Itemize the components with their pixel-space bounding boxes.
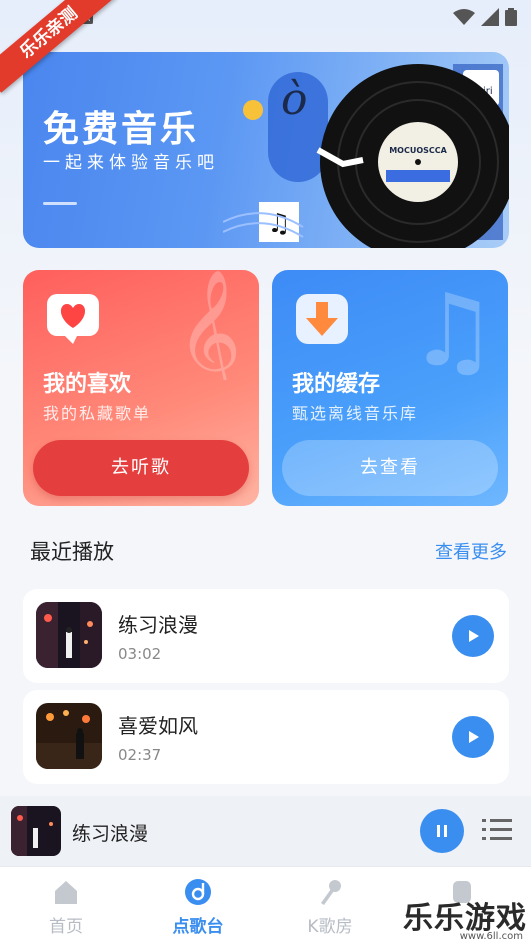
cache-title: 我的缓存	[292, 372, 381, 397]
svg-text:𝄞: 𝄞	[176, 270, 241, 380]
cache-card[interactable]: ♫ 我的缓存 甄选离线音乐库 去查看	[272, 270, 508, 506]
signal-icon	[481, 8, 499, 26]
play-icon	[469, 630, 479, 642]
see-more-link[interactable]: 查看更多	[435, 538, 507, 564]
download-icon	[296, 294, 348, 344]
pause-icon	[437, 825, 447, 837]
song-cover	[36, 703, 102, 769]
listen-button[interactable]: 去听歌	[33, 440, 249, 496]
svg-text:♫: ♫	[408, 272, 498, 380]
promo-banner[interactable]: 免费音乐 一起来体验音乐吧 ò Fikiri MOCUOSCCA ♫	[23, 52, 509, 248]
song-title: 喜爱如风	[118, 714, 198, 738]
cache-subtitle: 甄选离线音乐库	[292, 404, 419, 423]
nav-label: 首页	[49, 917, 83, 937]
song-cover	[36, 602, 102, 668]
song-duration: 02:37	[118, 746, 162, 764]
pause-button[interactable]	[420, 809, 464, 853]
nav-label: K歌房	[307, 917, 353, 937]
banner-title: 免费音乐	[43, 109, 200, 150]
watermark-url: www.6ll.com	[459, 931, 523, 942]
music-note-icon: ♫	[408, 272, 498, 380]
song-duration: 03:02	[118, 645, 162, 663]
banner-divider	[43, 202, 77, 205]
status-icons	[453, 8, 517, 26]
now-playing-title: 练习浪漫	[72, 823, 149, 845]
nav-label: 点歌台	[172, 917, 224, 937]
wifi-icon	[453, 9, 475, 25]
battery-icon	[505, 8, 517, 26]
vinyl-record-illustration: ò Fikiri MOCUOSCCA ♫	[223, 64, 509, 248]
music-disc-icon	[185, 879, 211, 905]
svg-text:ò: ò	[281, 74, 308, 125]
heart-chat-icon	[47, 294, 99, 344]
nav-item-karaoke[interactable]: K歌房	[280, 877, 380, 937]
playlist-icon[interactable]	[482, 817, 512, 843]
play-icon	[469, 731, 479, 743]
nav-item-home[interactable]: 首页	[16, 877, 116, 937]
song-title: 练习浪漫	[118, 613, 198, 637]
play-button[interactable]	[452, 716, 494, 758]
favorites-title: 我的喜欢	[43, 372, 132, 397]
song-item[interactable]: 练习浪漫 03:02	[23, 589, 509, 683]
play-button[interactable]	[452, 615, 494, 657]
mini-player[interactable]: 练习浪漫	[0, 796, 531, 866]
nav-item-song-desk[interactable]: 点歌台	[148, 877, 248, 937]
favorites-subtitle: 我的私藏歌单	[43, 404, 152, 423]
banner-subtitle: 一起来体验音乐吧	[43, 153, 219, 173]
now-playing-cover	[11, 806, 61, 856]
treble-clef-icon: 𝄞	[176, 270, 241, 380]
record-label-text: MOCUOSCCA	[389, 146, 447, 155]
recent-title: 最近播放	[30, 540, 114, 564]
song-item[interactable]: 喜爱如风 02:37	[23, 690, 509, 784]
microphone-icon	[321, 880, 341, 905]
home-icon	[55, 881, 77, 904]
view-button[interactable]: 去查看	[282, 440, 498, 496]
favorites-card[interactable]: 𝄞 我的喜欢 我的私藏歌单 去听歌	[23, 270, 259, 506]
